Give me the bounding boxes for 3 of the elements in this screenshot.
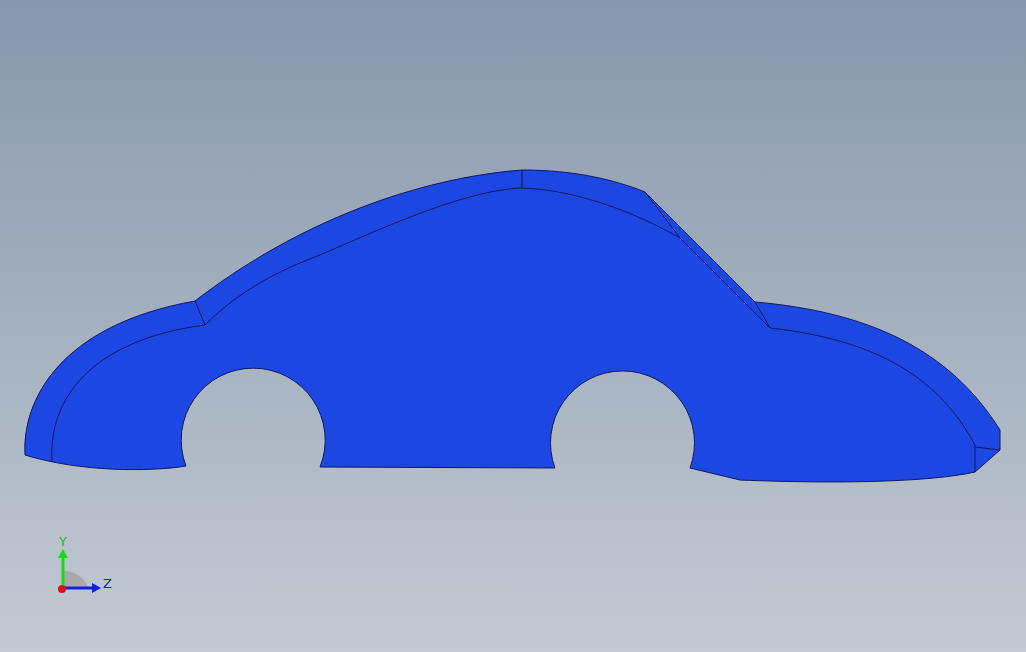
z-axis-label: Z	[103, 576, 112, 591]
y-axis-label: Y	[59, 534, 67, 549]
coordinate-triad-icon	[58, 549, 101, 593]
